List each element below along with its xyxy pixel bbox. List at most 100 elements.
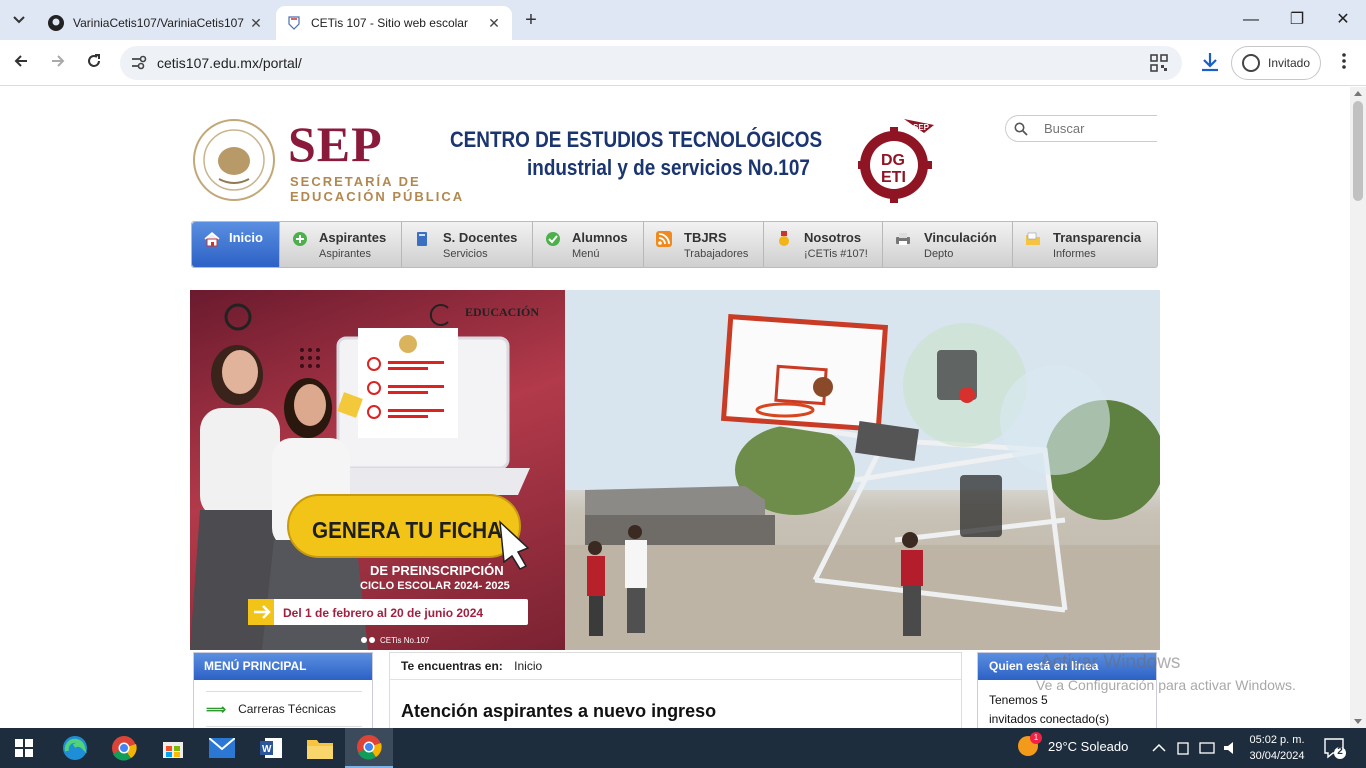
arrow-right-icon <box>52 55 65 67</box>
weather-text: 29°C Soleado <box>1048 738 1129 754</box>
network-icon[interactable] <box>1199 742 1215 754</box>
scrollbar-thumb[interactable] <box>1353 101 1363 201</box>
nav-label: Inicio <box>229 230 263 245</box>
nav-label: S. Docentes <box>443 230 518 245</box>
campus-photo-banner <box>565 290 1160 650</box>
printer-icon <box>896 233 910 245</box>
browser-menu-button[interactable] <box>1336 50 1352 76</box>
clock-date: 30/04/2024 <box>1249 750 1305 762</box>
taskbar-store[interactable] <box>149 728 197 768</box>
sep-logo-text: SEP <box>288 116 383 172</box>
nav-sublabel: Aspirantes <box>319 248 371 260</box>
nav-label: Aspirantes <box>319 230 387 245</box>
taskbar-explorer[interactable] <box>296 728 344 768</box>
dgeti-top: SEP <box>913 123 930 132</box>
browser-tab-strip: VariniaCetis107/VariniaCetis107 ✕ CETis … <box>0 0 1366 40</box>
edge-icon <box>63 736 87 760</box>
menu-item-carreras[interactable]: ⟹ Carreras Técnicas <box>206 691 362 727</box>
preinscription-banner[interactable]: EDUCACIÓN GENERA TU FICHA DE PREINSCRIPC… <box>190 290 565 650</box>
notification-count: 2 <box>1337 746 1343 757</box>
folder-icon <box>307 740 333 759</box>
taskbar-chrome-active[interactable] <box>345 728 393 768</box>
tab-close-button[interactable]: ✕ <box>486 15 502 32</box>
nav-label: Vinculación <box>924 230 997 245</box>
address-bar[interactable]: cetis107.edu.mx/portal/ <box>120 46 1182 80</box>
weather-widget[interactable]: 1 29°C Soleado <box>1018 732 1129 756</box>
breadcrumb: Te encuentras en: Inicio <box>390 653 961 680</box>
site-settings-icon <box>132 55 147 70</box>
main-menu-panel: MENÚ PRINCIPAL ⟹ Carreras Técnicas <box>193 652 373 728</box>
windows-logo-icon <box>15 739 33 757</box>
notification-center[interactable]: 2 <box>1322 736 1346 760</box>
nav-item-tbjrs[interactable]: TBJRS Trabajadores <box>644 222 764 267</box>
chevron-up-icon[interactable] <box>1152 743 1166 752</box>
qr-code-icon[interactable] <box>1150 54 1168 72</box>
back-button[interactable] <box>8 50 34 76</box>
close-window-button[interactable]: ✕ <box>1328 8 1358 32</box>
nav-item-docentes[interactable]: S. Docentes Servicios <box>402 222 533 267</box>
main-navigation: Inicio Aspirantes Aspirantes S. Docentes… <box>191 221 1158 268</box>
main-content: Te encuentras en: Inicio Atención aspira… <box>389 652 962 728</box>
reload-button[interactable] <box>81 50 107 76</box>
dgeti-logo: SEP DG ETI <box>856 115 938 205</box>
new-tab-button[interactable]: + <box>520 9 542 31</box>
nav-item-alumnos[interactable]: Alumnos Menú <box>533 222 644 267</box>
restore-button[interactable]: ❐ <box>1282 8 1312 32</box>
nav-label: TBJRS <box>684 230 727 245</box>
folder-icon <box>1026 232 1040 245</box>
minimize-button[interactable]: — <box>1236 8 1266 32</box>
nav-item-transparencia[interactable]: Transparencia Informes <box>1013 222 1158 267</box>
profile-button[interactable]: Invitado <box>1231 46 1321 80</box>
person-icon <box>1242 54 1260 72</box>
chrome-icon <box>112 736 137 761</box>
article-title[interactable]: Atención aspirantes a nuevo ingreso <box>401 701 716 722</box>
url-text[interactable]: cetis107.edu.mx/portal/ <box>157 55 302 71</box>
add-circle-icon <box>293 232 307 246</box>
taskbar-chrome[interactable] <box>100 728 148 768</box>
banner-line-1: DE PREINSCRIPCIÓN <box>370 563 504 578</box>
nav-sublabel: Depto <box>924 248 954 260</box>
scroll-down-icon[interactable] <box>1354 719 1362 724</box>
search-input[interactable] <box>1044 121 1144 136</box>
windows-activation-title: Activar Windows <box>1040 652 1181 673</box>
who-online-guests: invitados conectado(s) <box>989 712 1110 726</box>
scroll-up-icon[interactable] <box>1354 91 1362 96</box>
nav-item-aspirantes[interactable]: Aspirantes Aspirantes <box>280 222 402 267</box>
nav-sublabel: Menú <box>572 248 600 260</box>
page-viewport: SEP SECRETARÍA DE EDUCACIÓN PÚBLICA CENT… <box>0 87 1350 728</box>
taskbar-mail[interactable] <box>198 728 246 768</box>
school-name-line-2: industrial y de servicios No.107 <box>527 155 810 180</box>
taskbar-edge[interactable] <box>51 728 99 768</box>
github-icon <box>48 15 64 31</box>
taskbar-word[interactable]: W <box>247 728 295 768</box>
forward-button[interactable] <box>45 50 71 76</box>
site-search[interactable] <box>1005 115 1157 142</box>
downloads-button[interactable] <box>1198 50 1222 74</box>
tab-search-button[interactable] <box>6 8 32 32</box>
nav-item-vinculacion[interactable]: Vinculación Depto <box>883 222 1013 267</box>
clock[interactable]: 05:02 p. m. 30/04/2024 <box>1246 732 1308 764</box>
more-vert-icon <box>1342 53 1346 69</box>
download-icon <box>1202 53 1218 72</box>
nav-item-nosotros[interactable]: Nosotros ¡CETis #107! <box>764 222 883 267</box>
rss-icon <box>656 231 672 247</box>
meet-icon[interactable] <box>1177 742 1189 755</box>
tab-close-button[interactable]: ✕ <box>248 15 264 32</box>
tab-cetis[interactable]: CETis 107 - Sitio web escolar ✕ <box>276 6 512 40</box>
page-scrollbar[interactable] <box>1350 87 1366 728</box>
tab-github[interactable]: VariniaCetis107/VariniaCetis107 ✕ <box>38 6 274 40</box>
system-tray[interactable] <box>1150 738 1240 761</box>
arrow-right-icon: ⟹ <box>206 700 227 717</box>
svg-text:W: W <box>262 744 272 755</box>
medal-icon <box>779 231 789 246</box>
start-button[interactable] <box>0 728 48 768</box>
breadcrumb-current[interactable]: Inicio <box>514 659 542 673</box>
nav-label: Alumnos <box>572 230 628 245</box>
browser-toolbar: cetis107.edu.mx/portal/ Invitado <box>0 40 1366 86</box>
nav-item-inicio[interactable]: Inicio <box>192 222 280 267</box>
volume-icon[interactable] <box>1224 742 1233 754</box>
cta-text: GENERA TU FICHA <box>312 517 502 543</box>
book-icon <box>417 232 427 246</box>
banner-line-2: CICLO ESCOLAR 2024- 2025 <box>360 580 510 592</box>
nav-sublabel: Servicios <box>443 248 488 260</box>
